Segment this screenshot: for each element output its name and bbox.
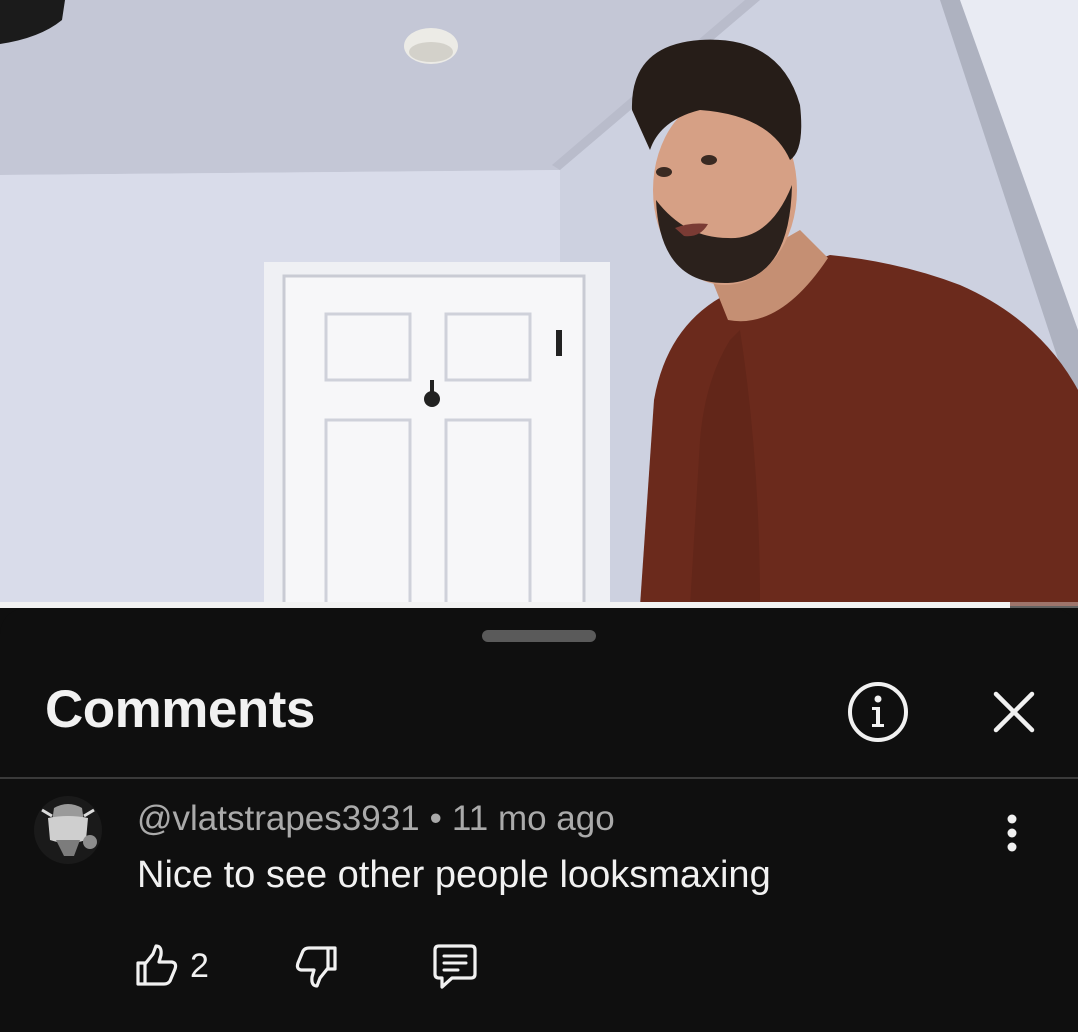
screen: Comments @vlatstrapes3931 • 11 mo ago Ni… xyxy=(0,0,1078,1032)
more-vertical-icon xyxy=(1007,814,1017,852)
drag-handle[interactable] xyxy=(482,630,596,642)
avatar-image xyxy=(34,796,102,864)
like-button[interactable]: 2 xyxy=(132,939,209,993)
thumbs-down-icon xyxy=(295,946,337,988)
video-frame xyxy=(0,0,1078,606)
meta-separator: • xyxy=(429,799,442,838)
comment-item: @vlatstrapes3931 • 11 mo ago Nice to see o… xyxy=(0,779,1078,1032)
comments-sheet: Comments @vlatstrapes3931 • 11 mo ago Ni… xyxy=(0,608,1078,1032)
comment-meta: @vlatstrapes3931 • 11 mo ago xyxy=(137,799,615,839)
info-icon xyxy=(848,682,908,742)
info-button[interactable] xyxy=(844,678,912,746)
more-options-button[interactable] xyxy=(990,803,1034,863)
avatar[interactable] xyxy=(34,796,102,864)
thumbs-up-icon xyxy=(136,944,178,986)
comments-title: Comments xyxy=(45,680,315,739)
comment-text: Nice to see other people looksmaxing xyxy=(137,854,771,896)
video-player[interactable] xyxy=(0,0,1078,606)
reply-icon xyxy=(433,944,477,989)
close-button[interactable] xyxy=(980,678,1048,746)
close-icon xyxy=(993,691,1035,733)
comment-time: 11 mo ago xyxy=(451,799,615,838)
dislike-button[interactable] xyxy=(290,939,344,993)
like-count: 2 xyxy=(190,946,209,985)
comment-author[interactable]: @vlatstrapes3931 xyxy=(137,799,420,838)
reply-button[interactable] xyxy=(428,939,482,993)
